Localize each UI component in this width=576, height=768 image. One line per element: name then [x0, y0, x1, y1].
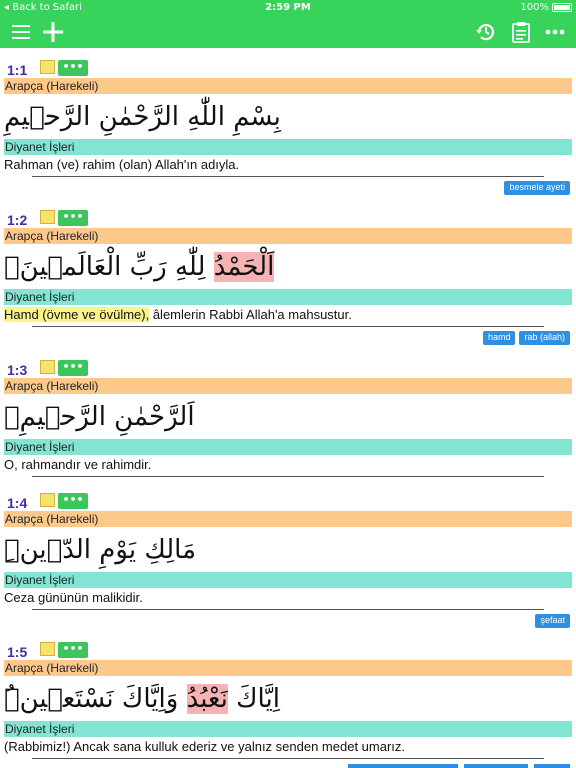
- translation-label: Diyanet İşleri: [4, 289, 572, 305]
- status-bar: ◂ Back to Safari 2:59 PM 100%: [0, 0, 576, 16]
- arabic-text[interactable]: اَلرَّحْمٰنِ الرَّح۪يمِۙ: [4, 396, 572, 438]
- note-icon[interactable]: [40, 493, 55, 507]
- verse-item: 1:5 ••• Arapça (Harekeli) اِيَّاكَ نَعْب…: [0, 640, 576, 768]
- translation-text[interactable]: Rahman (ve) rahim (olan) Allah'ın adıyla…: [4, 156, 572, 174]
- tag-hamd[interactable]: hamd: [482, 331, 516, 345]
- arabic-highlight[interactable]: نَعْبُدُ: [186, 684, 228, 714]
- verse-list[interactable]: 1:1 ••• Arapça (Harekeli) بِسْمِ اللّٰهِ…: [0, 48, 576, 768]
- arabic-words: مَالِكِ يَوْمِ الدّ۪ينِۜ: [4, 535, 197, 565]
- tag-list: besmele ayeti: [504, 181, 570, 195]
- clock: 2:59 PM: [265, 2, 311, 13]
- verse-header: 1:2 •••: [0, 208, 576, 230]
- translation-text[interactable]: Hamd (övme ve övülme), âlemlerin Rabbi A…: [4, 306, 572, 324]
- clipboard-icon[interactable]: [510, 20, 532, 44]
- verse-number[interactable]: 1:3: [7, 362, 27, 378]
- divider: [32, 176, 544, 177]
- verse-number[interactable]: 1:5: [7, 644, 27, 660]
- translation-label: Diyanet İşleri: [4, 439, 572, 455]
- verse-more-button[interactable]: •••: [58, 360, 88, 376]
- arabic-text[interactable]: مَالِكِ يَوْمِ الدّ۪ينِۜ: [4, 529, 572, 571]
- verse-number[interactable]: 1:2: [7, 212, 27, 228]
- arabic-label: Arapça (Harekeli): [4, 78, 572, 94]
- battery-indicator: 100%: [520, 2, 572, 13]
- note-icon[interactable]: [40, 60, 55, 74]
- arabic-text[interactable]: اَلْحَمْدُ لِلّٰهِ رَبِّ الْعَالَم۪ينَۙ: [4, 246, 572, 288]
- translation-words: âlemlerin Rabbi Allah'a mahsustur.: [149, 307, 352, 322]
- divider: [32, 758, 544, 759]
- verse-more-button[interactable]: •••: [58, 210, 88, 226]
- translation-text[interactable]: (Rabbimiz!) Ancak sana kulluk ederiz ve …: [4, 738, 572, 756]
- arabic-label: Arapça (Harekeli): [4, 660, 572, 676]
- history-icon[interactable]: [473, 20, 499, 44]
- tag-list: hamd rab (allah): [482, 331, 570, 345]
- plus-icon[interactable]: [41, 20, 65, 44]
- arabic-text[interactable]: بِسْمِ اللّٰهِ الرَّحْمٰنِ الرَّح۪يمِ: [4, 96, 572, 138]
- translation-words: (Rabbimiz!) Ancak sana kulluk ederiz ve …: [4, 739, 406, 754]
- verse-item: 1:4 ••• Arapça (Harekeli) مَالِكِ يَوْمِ…: [0, 491, 576, 631]
- verse-more-button[interactable]: •••: [58, 60, 88, 76]
- arabic-words: اَلرَّحْمٰنِ الرَّح۪يمِۙ: [4, 402, 195, 432]
- translation-text[interactable]: O, rahmandır ve rahimdir.: [4, 456, 572, 474]
- verse-more-button[interactable]: •••: [58, 642, 88, 658]
- arabic-label: Arapça (Harekeli): [4, 511, 572, 527]
- verse-item: 1:1 ••• Arapça (Harekeli) بِسْمِ اللّٰهِ…: [0, 58, 576, 198]
- tag-besmele-ayeti[interactable]: besmele ayeti: [504, 181, 570, 195]
- translation-words: Rahman (ve) rahim (olan) Allah'ın adıyla…: [4, 157, 240, 172]
- tag-partial[interactable]: [348, 764, 458, 768]
- translation-label: Diyanet İşleri: [4, 572, 572, 588]
- note-icon[interactable]: [40, 210, 55, 224]
- translation-label: Diyanet İşleri: [4, 139, 572, 155]
- arabic-text[interactable]: اِيَّاكَ نَعْبُدُ وَاِيَّاكَ نَسْتَع۪ينُ…: [4, 678, 572, 720]
- more-icon[interactable]: [543, 20, 567, 44]
- arabic-words: لِلّٰهِ رَبِّ الْعَالَم۪ينَۙ: [4, 252, 214, 282]
- battery-icon: [552, 3, 572, 12]
- verse-more-button[interactable]: •••: [58, 493, 88, 509]
- arabic-label: Arapça (Harekeli): [4, 228, 572, 244]
- tag-partial[interactable]: [464, 764, 528, 768]
- note-icon[interactable]: [40, 642, 55, 656]
- arabic-words: وَاِيَّاكَ نَسْتَع۪ينُۜ: [4, 684, 187, 714]
- tag-partial[interactable]: [534, 764, 570, 768]
- arabic-words-start: اِيَّاكَ: [227, 684, 280, 714]
- verse-header: 1:1 •••: [0, 58, 576, 80]
- tag-list: şefaat: [535, 614, 570, 628]
- verse-number[interactable]: 1:4: [7, 495, 27, 511]
- verse-number[interactable]: 1:1: [7, 62, 27, 78]
- battery-percent: 100%: [520, 2, 549, 13]
- translation-highlight[interactable]: Hamd (övme ve övülme),: [4, 307, 150, 322]
- toolbar: [0, 16, 576, 48]
- translation-words: O, rahmandır ve rahimdir.: [4, 457, 152, 472]
- translation-words: Ceza gününün malikidir.: [4, 590, 143, 605]
- verse-header: 1:3 •••: [0, 358, 576, 380]
- menu-icon[interactable]: [10, 20, 32, 44]
- verse-header: 1:4 •••: [0, 491, 576, 513]
- divider: [32, 476, 544, 477]
- translation-label: Diyanet İşleri: [4, 721, 572, 737]
- arabic-label: Arapça (Harekeli): [4, 378, 572, 394]
- verse-header: 1:5 •••: [0, 640, 576, 662]
- verse-item: 1:3 ••• Arapça (Harekeli) اَلرَّحْمٰنِ ا…: [0, 358, 576, 482]
- verse-item: 1:2 ••• Arapça (Harekeli) اَلْحَمْدُ لِل…: [0, 208, 576, 348]
- tag-sefaat[interactable]: şefaat: [535, 614, 570, 628]
- divider: [32, 609, 544, 610]
- divider: [32, 326, 544, 327]
- arabic-highlight[interactable]: اَلْحَمْدُ: [213, 252, 275, 282]
- note-icon[interactable]: [40, 360, 55, 374]
- translation-text[interactable]: Ceza gününün malikidir.: [4, 589, 572, 607]
- tag-rab-allah[interactable]: rab (allah): [519, 331, 570, 345]
- arabic-words: بِسْمِ اللّٰهِ الرَّحْمٰنِ الرَّح۪يمِ: [4, 102, 281, 132]
